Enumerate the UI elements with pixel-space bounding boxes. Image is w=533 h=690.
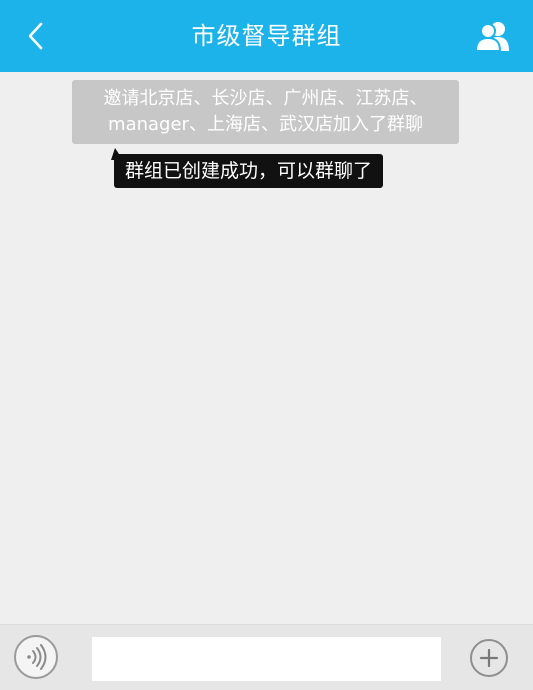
voice-icon bbox=[27, 644, 47, 670]
input-bar bbox=[0, 624, 533, 690]
header-bar: 市级督导群组 bbox=[0, 0, 533, 72]
plus-icon bbox=[479, 648, 499, 668]
group-members-icon bbox=[474, 22, 509, 52]
plus-button[interactable] bbox=[470, 639, 508, 677]
voice-button[interactable] bbox=[14, 635, 58, 679]
system-notice: 邀请北京店、长沙店、广州店、江苏店、manager、上海店、武汉店加入了群聊 bbox=[72, 80, 459, 144]
chat-screen: 市级督导群组 邀请北京店、长沙店、广州店、江苏店、manager、上海店、武汉店… bbox=[0, 0, 533, 690]
message-input[interactable] bbox=[92, 637, 441, 681]
page-title: 市级督导群组 bbox=[191, 22, 342, 50]
message-list: 邀请北京店、长沙店、广州店、江苏店、manager、上海店、武汉店加入了群聊 群… bbox=[0, 72, 533, 624]
group-members-button[interactable] bbox=[473, 16, 513, 56]
message-bubble[interactable]: 群组已创建成功，可以群聊了 bbox=[114, 154, 384, 188]
